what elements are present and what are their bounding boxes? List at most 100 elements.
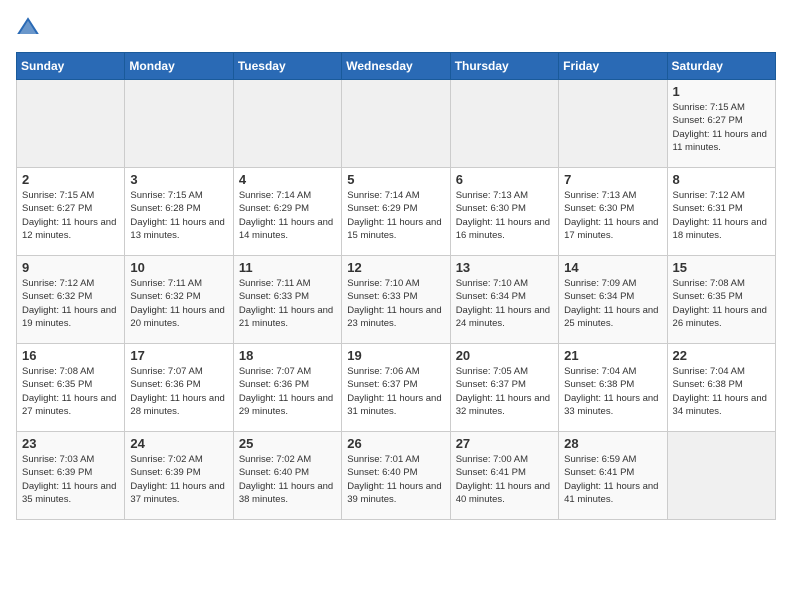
day-number: 7 (564, 172, 661, 187)
day-number: 18 (239, 348, 336, 363)
calendar-cell: 8 Sunrise: 7:12 AM Sunset: 6:31 PM Daylig… (667, 168, 775, 256)
calendar-cell: 5 Sunrise: 7:14 AM Sunset: 6:29 PM Daylig… (342, 168, 450, 256)
day-info: Sunrise: 7:01 AM Sunset: 6:40 PM Dayligh… (347, 453, 444, 506)
header-day-monday: Monday (125, 53, 233, 80)
calendar-cell (17, 80, 125, 168)
day-number: 4 (239, 172, 336, 187)
calendar-table: SundayMondayTuesdayWednesdayThursdayFrid… (16, 52, 776, 520)
day-info: Sunrise: 7:07 AM Sunset: 6:36 PM Dayligh… (130, 365, 227, 418)
calendar-cell: 12 Sunrise: 7:10 AM Sunset: 6:33 PM Dayli… (342, 256, 450, 344)
day-number: 25 (239, 436, 336, 451)
day-info: Sunrise: 7:04 AM Sunset: 6:38 PM Dayligh… (673, 365, 770, 418)
day-number: 26 (347, 436, 444, 451)
calendar-cell (559, 80, 667, 168)
day-number: 17 (130, 348, 227, 363)
calendar-cell: 25 Sunrise: 7:02 AM Sunset: 6:40 PM Dayli… (233, 432, 341, 520)
header-day-sunday: Sunday (17, 53, 125, 80)
day-number: 11 (239, 260, 336, 275)
day-info: Sunrise: 7:02 AM Sunset: 6:40 PM Dayligh… (239, 453, 336, 506)
week-row-1: 2 Sunrise: 7:15 AM Sunset: 6:27 PM Daylig… (17, 168, 776, 256)
day-number: 2 (22, 172, 119, 187)
day-info: Sunrise: 7:06 AM Sunset: 6:37 PM Dayligh… (347, 365, 444, 418)
day-info: Sunrise: 7:11 AM Sunset: 6:33 PM Dayligh… (239, 277, 336, 330)
calendar-cell: 1 Sunrise: 7:15 AM Sunset: 6:27 PM Daylig… (667, 80, 775, 168)
day-number: 5 (347, 172, 444, 187)
calendar-cell: 11 Sunrise: 7:11 AM Sunset: 6:33 PM Dayli… (233, 256, 341, 344)
day-number: 19 (347, 348, 444, 363)
calendar-cell: 14 Sunrise: 7:09 AM Sunset: 6:34 PM Dayli… (559, 256, 667, 344)
calendar-cell (450, 80, 558, 168)
calendar-header: SundayMondayTuesdayWednesdayThursdayFrid… (17, 53, 776, 80)
day-info: Sunrise: 7:15 AM Sunset: 6:28 PM Dayligh… (130, 189, 227, 242)
calendar-cell: 23Sunrise: 7:03 AM Sunset: 6:39 PM Dayli… (17, 432, 125, 520)
calendar-cell: 3 Sunrise: 7:15 AM Sunset: 6:28 PM Daylig… (125, 168, 233, 256)
header (16, 16, 776, 40)
day-info: Sunrise: 7:10 AM Sunset: 6:33 PM Dayligh… (347, 277, 444, 330)
day-number: 9 (22, 260, 119, 275)
day-info: Sunrise: 7:09 AM Sunset: 6:34 PM Dayligh… (564, 277, 661, 330)
header-day-tuesday: Tuesday (233, 53, 341, 80)
logo-icon (16, 16, 40, 40)
calendar-cell: 24 Sunrise: 7:02 AM Sunset: 6:39 PM Dayli… (125, 432, 233, 520)
day-info: Sunrise: 7:11 AM Sunset: 6:32 PM Dayligh… (130, 277, 227, 330)
day-info: Sunrise: 7:10 AM Sunset: 6:34 PM Dayligh… (456, 277, 553, 330)
day-number: 6 (456, 172, 553, 187)
day-number: 15 (673, 260, 770, 275)
calendar-cell: 21 Sunrise: 7:04 AM Sunset: 6:38 PM Dayli… (559, 344, 667, 432)
day-info: Sunrise: 6:59 AM Sunset: 6:41 PM Dayligh… (564, 453, 661, 506)
calendar-body: 1 Sunrise: 7:15 AM Sunset: 6:27 PM Daylig… (17, 80, 776, 520)
header-row: SundayMondayTuesdayWednesdayThursdayFrid… (17, 53, 776, 80)
day-number: 16 (22, 348, 119, 363)
day-number: 20 (456, 348, 553, 363)
day-info: Sunrise: 7:12 AM Sunset: 6:32 PM Dayligh… (22, 277, 119, 330)
day-number: 14 (564, 260, 661, 275)
header-day-thursday: Thursday (450, 53, 558, 80)
day-info: Sunrise: 7:02 AM Sunset: 6:39 PM Dayligh… (130, 453, 227, 506)
day-number: 24 (130, 436, 227, 451)
day-number: 27 (456, 436, 553, 451)
calendar-cell: 15 Sunrise: 7:08 AM Sunset: 6:35 PM Dayli… (667, 256, 775, 344)
day-info: Sunrise: 7:04 AM Sunset: 6:38 PM Dayligh… (564, 365, 661, 418)
week-row-2: 9 Sunrise: 7:12 AM Sunset: 6:32 PM Daylig… (17, 256, 776, 344)
week-row-4: 23Sunrise: 7:03 AM Sunset: 6:39 PM Dayli… (17, 432, 776, 520)
day-info: Sunrise: 7:07 AM Sunset: 6:36 PM Dayligh… (239, 365, 336, 418)
calendar-cell (125, 80, 233, 168)
day-info: Sunrise: 7:13 AM Sunset: 6:30 PM Dayligh… (564, 189, 661, 242)
header-day-friday: Friday (559, 53, 667, 80)
day-info: Sunrise: 7:08 AM Sunset: 6:35 PM Dayligh… (22, 365, 119, 418)
day-number: 10 (130, 260, 227, 275)
day-info: Sunrise: 7:12 AM Sunset: 6:31 PM Dayligh… (673, 189, 770, 242)
day-info: Sunrise: 7:08 AM Sunset: 6:35 PM Dayligh… (673, 277, 770, 330)
day-number: 21 (564, 348, 661, 363)
calendar-cell: 28 Sunrise: 6:59 AM Sunset: 6:41 PM Dayli… (559, 432, 667, 520)
header-day-wednesday: Wednesday (342, 53, 450, 80)
calendar-cell: 27 Sunrise: 7:00 AM Sunset: 6:41 PM Dayli… (450, 432, 558, 520)
calendar-cell: 10 Sunrise: 7:11 AM Sunset: 6:32 PM Dayli… (125, 256, 233, 344)
calendar-cell: 2 Sunrise: 7:15 AM Sunset: 6:27 PM Daylig… (17, 168, 125, 256)
calendar-cell: 19 Sunrise: 7:06 AM Sunset: 6:37 PM Dayli… (342, 344, 450, 432)
day-number: 8 (673, 172, 770, 187)
day-info: Sunrise: 7:15 AM Sunset: 6:27 PM Dayligh… (22, 189, 119, 242)
day-number: 1 (673, 84, 770, 99)
week-row-3: 16 Sunrise: 7:08 AM Sunset: 6:35 PM Dayli… (17, 344, 776, 432)
calendar-cell (342, 80, 450, 168)
logo (16, 16, 44, 40)
day-number: 12 (347, 260, 444, 275)
calendar-cell (667, 432, 775, 520)
day-info: Sunrise: 7:13 AM Sunset: 6:30 PM Dayligh… (456, 189, 553, 242)
calendar-cell: 17 Sunrise: 7:07 AM Sunset: 6:36 PM Dayli… (125, 344, 233, 432)
day-number: 3 (130, 172, 227, 187)
calendar-cell: 20Sunrise: 7:05 AM Sunset: 6:37 PM Dayli… (450, 344, 558, 432)
day-info: Sunrise: 7:00 AM Sunset: 6:41 PM Dayligh… (456, 453, 553, 506)
calendar-cell: 6 Sunrise: 7:13 AM Sunset: 6:30 PM Daylig… (450, 168, 558, 256)
calendar-cell: 13Sunrise: 7:10 AM Sunset: 6:34 PM Dayli… (450, 256, 558, 344)
calendar-cell: 9 Sunrise: 7:12 AM Sunset: 6:32 PM Daylig… (17, 256, 125, 344)
calendar-cell: 4Sunrise: 7:14 AM Sunset: 6:29 PM Daylig… (233, 168, 341, 256)
day-info: Sunrise: 7:14 AM Sunset: 6:29 PM Dayligh… (347, 189, 444, 242)
day-info: Sunrise: 7:15 AM Sunset: 6:27 PM Dayligh… (673, 101, 770, 154)
day-number: 28 (564, 436, 661, 451)
day-info: Sunrise: 7:03 AM Sunset: 6:39 PM Dayligh… (22, 453, 119, 506)
week-row-0: 1 Sunrise: 7:15 AM Sunset: 6:27 PM Daylig… (17, 80, 776, 168)
day-number: 22 (673, 348, 770, 363)
calendar-cell (233, 80, 341, 168)
